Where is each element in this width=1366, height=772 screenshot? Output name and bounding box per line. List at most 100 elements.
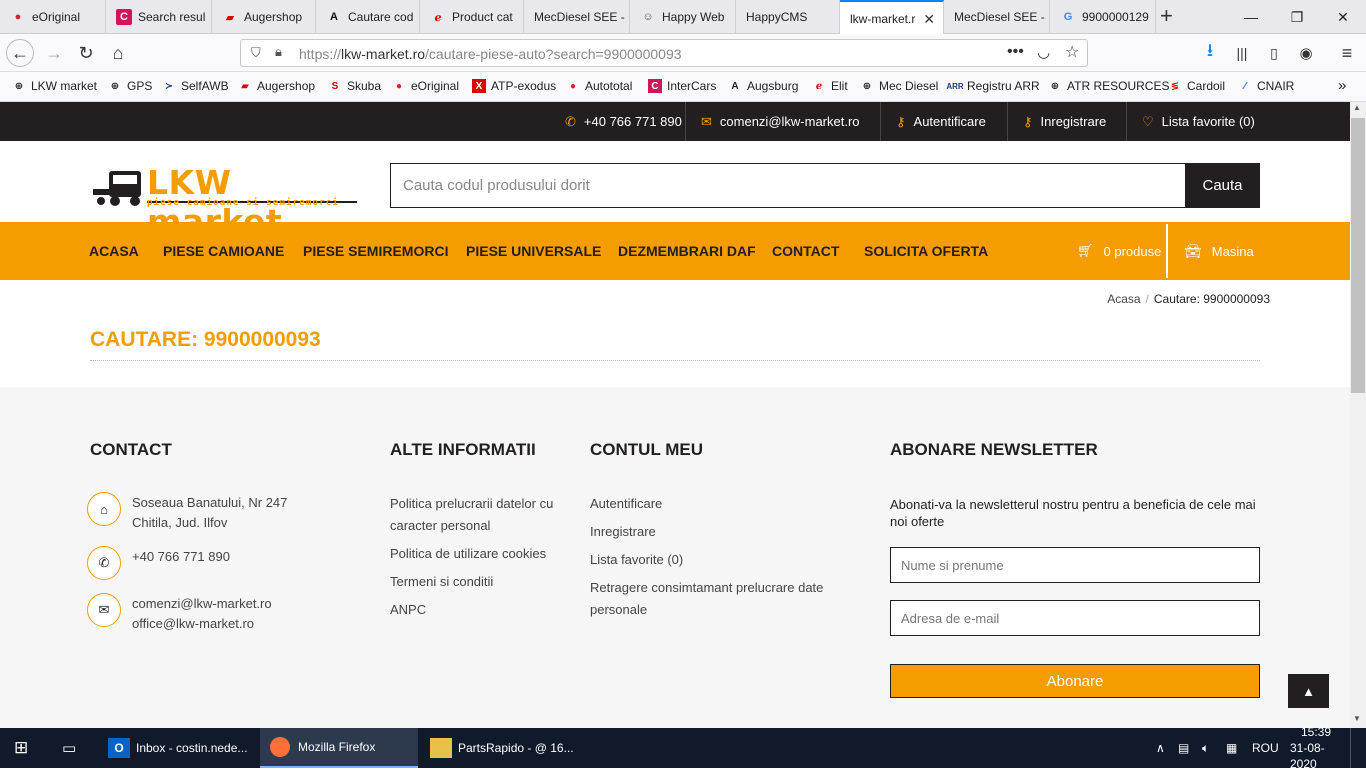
favorites-link[interactable]: ♡ Lista favorite (0) — [1126, 102, 1270, 141]
newsletter-name-input[interactable]: Nume si prenume — [890, 547, 1260, 583]
menu-item-piese-camioane[interactable]: PIESE CAMIOANE — [163, 222, 284, 280]
windows-start-icon[interactable]: ⊞ — [14, 728, 28, 768]
bookmark-registru-arr[interactable]: ARR Registru ARR — [946, 79, 1039, 93]
bookmark-atp-exodus[interactable]: X ATP-exodus — [472, 79, 556, 93]
tab-google[interactable]: G 9900000129 — [1050, 0, 1156, 34]
library-button[interactable]: ||| — [1228, 39, 1256, 67]
footer-link-cookies[interactable]: Politica de utilizare cookies — [390, 543, 546, 565]
bookmark-gps[interactable]: ⊕ GPS — [108, 79, 153, 93]
menu-item-piese-semiremorci[interactable]: PIESE SEMIREMORCI — [303, 222, 448, 280]
globe-icon: ⊕ — [1050, 80, 1060, 92]
footer-link-consent[interactable]: Retragere consimtamant prelucrare date p… — [590, 577, 830, 621]
taskbar-partsrapido[interactable]: PartsRapido - @ 16... — [422, 728, 582, 768]
newsletter-email-input[interactable]: Adresa de e-mail — [890, 600, 1260, 636]
scroll-down-icon[interactable]: ▼ — [1353, 714, 1361, 723]
network-icon[interactable]: ▤ — [1178, 728, 1189, 768]
scrollbar-thumb[interactable] — [1351, 118, 1365, 393]
page-actions-icon[interactable]: ••• — [1007, 43, 1024, 61]
bookmark-autototal[interactable]: ● Autototal — [566, 79, 632, 93]
language-indicator[interactable]: ROU — [1252, 728, 1279, 768]
footer-link-login[interactable]: Autentificare — [590, 493, 662, 515]
shield-icon[interactable]: ⛉ — [251, 45, 261, 61]
forward-button[interactable]: → — [40, 39, 68, 67]
top-email[interactable]: ✉ comenzi@lkw-market.ro — [685, 102, 875, 141]
tab-lkw-market[interactable]: lkw-market.r ✕ — [840, 0, 944, 35]
menu-button[interactable]: ≡ — [1333, 39, 1361, 67]
tab-mecdiesel-1[interactable]: MecDiesel SEE - — [524, 0, 630, 34]
bookmark-intercars[interactable]: C InterCars — [648, 79, 716, 93]
car-link[interactable]: 🚘︎ Masina — [1184, 222, 1254, 280]
register-link[interactable]: ⚷ Inregistrare — [1007, 102, 1121, 141]
bookmark-augsburg[interactable]: A Augsburg — [728, 79, 798, 93]
menu-item-dezmembrari-daf[interactable]: DEZMEMBRARI DAF — [618, 222, 756, 280]
tab-eoriginal[interactable]: ● eOriginal — [0, 0, 106, 34]
new-tab-button[interactable]: + — [1160, 4, 1173, 28]
bookmark-mec-diesel[interactable]: ⊕ Mec Diesel — [860, 79, 939, 93]
taskbar-outlook[interactable]: O Inbox - costin.nede... — [100, 728, 258, 768]
search-button[interactable]: Cauta — [1185, 163, 1260, 208]
footer-phone[interactable]: +40 766 771 890 — [132, 546, 230, 568]
minimize-button[interactable]: — — [1228, 0, 1274, 34]
tab-happycms[interactable]: HappyCMS — [736, 0, 840, 34]
taskbar-firefox[interactable]: Mozilla Firefox — [260, 728, 418, 768]
restore-button[interactable]: ❐ — [1274, 0, 1320, 34]
bookmark-cardoil[interactable]: ≶ Cardoil — [1168, 79, 1225, 93]
bookmark-skuba[interactable]: S Skuba — [328, 79, 381, 93]
footer-email-2[interactable]: office@lkw-market.ro — [132, 614, 272, 634]
login-link[interactable]: ⚷ Autentificare — [880, 102, 1001, 141]
menu-item-contact[interactable]: CONTACT — [772, 222, 839, 280]
more-bookmarks-icon[interactable]: » — [1338, 77, 1346, 94]
close-tab-icon[interactable]: ✕ — [923, 11, 935, 28]
address-bar[interactable]: ⛉ 🔒︎ https://lkw-market.ro/cautare-piese… — [240, 39, 1088, 67]
bookmark-eoriginal[interactable]: ● eOriginal — [392, 79, 459, 93]
account-button[interactable]: ◉ — [1292, 39, 1320, 67]
reload-button[interactable]: ↻ — [72, 39, 100, 67]
clock[interactable]: 15:39 31-08-2020 — [1290, 725, 1342, 771]
menu-item-acasa[interactable]: ACASA — [89, 222, 139, 280]
close-window-button[interactable]: ✕ — [1320, 0, 1366, 34]
menu-item-piese-universale[interactable]: PIESE UNIVERSALE — [466, 222, 601, 280]
footer-link-terms[interactable]: Termeni si conditii — [390, 571, 493, 593]
tab-mecdiesel-2[interactable]: MecDiesel SEE - — [944, 0, 1050, 34]
menu-item-solicita-oferta[interactable]: SOLICITA OFERTA — [864, 222, 988, 280]
bookmark-augershop[interactable]: ▰ Augershop — [238, 79, 315, 93]
bookmark-cnair[interactable]: ⁄ CNAIR — [1238, 79, 1294, 93]
downloads-button[interactable]: ⭳ — [1196, 39, 1224, 67]
url-text[interactable]: https://lkw-market.ro/cautare-piese-auto… — [299, 46, 682, 62]
task-view-icon[interactable]: ▭ — [62, 728, 76, 768]
bookmark-atr-resources[interactable]: ⊕ ATR RESOURCES — [1048, 79, 1170, 93]
scroll-to-top-button[interactable]: ▲ — [1288, 674, 1329, 708]
back-button[interactable]: ← — [6, 39, 34, 67]
scroll-up-icon[interactable]: ▲ — [1353, 103, 1361, 112]
footer-link-register[interactable]: Inregistrare — [590, 521, 656, 543]
subscribe-button[interactable]: Abonare — [890, 664, 1260, 698]
tray-chevron-icon[interactable]: ∧ — [1156, 728, 1165, 768]
search-input[interactable]: Cauta codul produsului dorit — [390, 163, 1185, 208]
ime-icon[interactable]: ▦ — [1226, 728, 1237, 768]
footer-email-1[interactable]: comenzi@lkw-market.ro — [132, 594, 272, 614]
bookmark-selfawb[interactable]: ≻ SelfAWB — [162, 79, 229, 93]
tab-search-results[interactable]: C Search resul — [106, 0, 212, 34]
lock-icon[interactable]: 🔒︎ — [275, 44, 282, 60]
home-button[interactable]: ⌂ — [104, 39, 132, 67]
breadcrumb-home[interactable]: Acasa — [1107, 292, 1140, 306]
sidebar-button[interactable]: ▯ — [1260, 39, 1288, 67]
footer-link-privacy[interactable]: Politica prelucrarii datelor cu caracter… — [390, 493, 565, 537]
tab-happy-web[interactable]: ☺ Happy Web — [630, 0, 736, 34]
cart-link[interactable]: 🛒︎ 0 produse — [1077, 222, 1161, 280]
bookmark-lkw-market[interactable]: ⊕ LKW market — [12, 79, 97, 93]
top-phone[interactable]: ✆ +40 766 771 890 — [550, 102, 697, 141]
show-desktop-button[interactable] — [1350, 728, 1366, 768]
site-logo[interactable]: LKW market piese camioane si semiremorci — [93, 163, 358, 241]
footer-link-anpc[interactable]: ANPC — [390, 599, 426, 621]
footer-link-favorites[interactable]: Lista favorite (0) — [590, 549, 683, 571]
tab-cautare-cod[interactable]: A Cautare cod — [316, 0, 420, 34]
home-icon: ⌂ — [112, 42, 124, 63]
bookmark-elit[interactable]: ℯ Elit — [812, 79, 848, 93]
page-title: CAUTARE: 9900000093 — [90, 328, 321, 351]
pocket-icon[interactable]: ◡ — [1037, 43, 1050, 61]
tab-augershop[interactable]: ▰ Augershop — [212, 0, 316, 34]
tab-product-cat[interactable]: ℯ Product cat — [420, 0, 524, 34]
bookmark-star-icon[interactable]: ☆ — [1065, 42, 1079, 62]
volume-icon[interactable]: 🔈︎ — [1202, 728, 1209, 768]
